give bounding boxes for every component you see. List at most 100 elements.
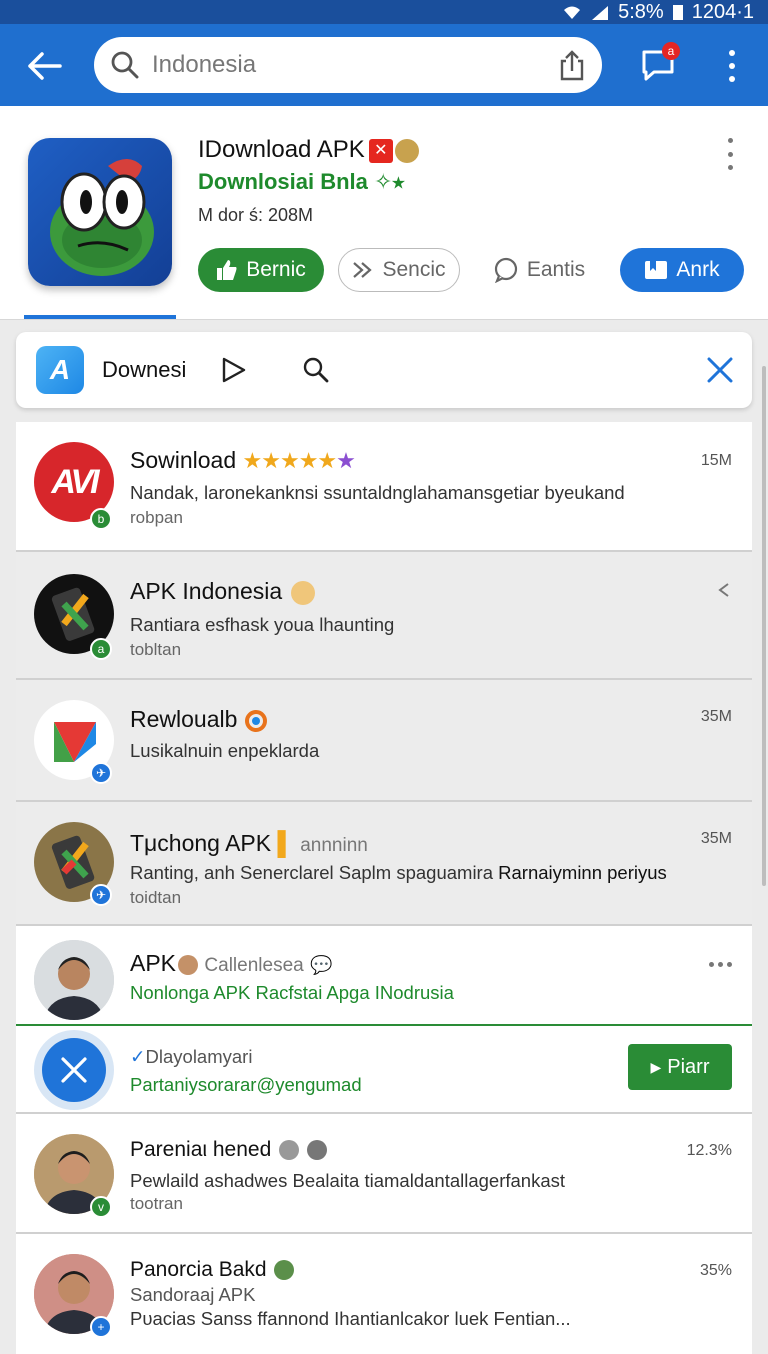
person-avatar (34, 940, 114, 1020)
frog-mascot-icon (50, 159, 154, 276)
list-item-subtext: toidtan (130, 888, 182, 907)
secondary-action-button[interactable]: Sencic (338, 248, 460, 292)
filter-bar: A Downesi (16, 332, 752, 408)
list-item-description: Pυacias Sanss ffannond Ihantianlcakor lu… (130, 1308, 571, 1329)
status-badge: + (90, 1316, 112, 1338)
list-item-size: 15M (700, 452, 732, 469)
person-photo-icon (34, 940, 114, 1020)
search-icon[interactable] (302, 356, 330, 384)
list-item-title-line: Tμchong APK ▌ annninn (130, 830, 368, 857)
app-subtitle: Downlosiai Bnla (198, 169, 368, 194)
list-item-size: 35M (700, 830, 732, 847)
list-item-subtext: tootran (130, 1194, 183, 1213)
list-item-title: Panorcia Bakd (130, 1258, 267, 1281)
play-icon[interactable] (221, 356, 247, 384)
search-bar[interactable] (94, 37, 602, 93)
list-item-title: APK (130, 950, 177, 976)
list-item-description: Nandak, laronekanknsi ssuntaldnglahamans… (130, 482, 625, 503)
app-list: AVI b Sowinload ★★★★★★ 15M Nandak, laron… (16, 422, 752, 1354)
list-item-title: Sowinload (130, 447, 237, 473)
notification-badge: a (662, 42, 680, 60)
share-icon[interactable] (558, 49, 586, 81)
list-item[interactable]: a APK Indonesia Rantiara esfhask youa lh… (16, 552, 752, 680)
bookmark-image-icon (645, 261, 668, 279)
play-button-label: Piarr (667, 1055, 710, 1078)
back-button[interactable] (22, 44, 66, 88)
verified-icon: ✓ (130, 1046, 146, 1067)
clock: 1204·1 (691, 0, 754, 23)
list-item-subtext: tobltan (130, 640, 182, 659)
app-subtitle-line: Downlosiai Bnla ✧⭑ (198, 169, 404, 195)
list-item-description: Pewlaild ashadwes Bealaita tiamaldantall… (130, 1170, 566, 1191)
status-bar: 5:8% 1204·1 (0, 0, 768, 24)
list-item-title-extra: annninn (300, 835, 368, 856)
chevron-left-icon[interactable] (716, 582, 732, 598)
list-item-secondary: Sandoraaj APK (130, 1284, 256, 1305)
install-button[interactable]: Anrk (620, 248, 744, 292)
comment-action-button[interactable]: Eantis (484, 248, 594, 292)
overflow-menu-button[interactable] (716, 46, 748, 86)
primary-action-label: Bernic (246, 258, 306, 281)
list-item-description: Rantiara esfhask youa lhaunting (130, 614, 395, 635)
status-badge: b (90, 508, 112, 530)
secondary-action-label: Sencic (382, 258, 446, 281)
developer-avatar-icon (394, 138, 419, 163)
status-badge: ✈ (90, 762, 112, 784)
primary-action-button[interactable]: Bernic (198, 248, 324, 292)
search-input[interactable] (152, 49, 532, 81)
app-title-line: IDownload APK ✕ (198, 136, 419, 164)
messages-button[interactable]: a (638, 42, 682, 88)
list-item-size: 12.3% (686, 1142, 732, 1159)
wifi-icon (564, 6, 581, 19)
list-item[interactable]: AVI b Sowinload ★★★★★★ 15M Nandak, laron… (16, 422, 752, 552)
list-item-description-highlight: Rarnaiyminn periyus (498, 862, 667, 883)
app-card-menu-button[interactable] (720, 138, 740, 170)
thumbs-up-icon (217, 260, 237, 280)
list-item-description: Lusikalnuin enpeklarda (130, 740, 320, 761)
list-item-description: Nonlonga APK Racfstai Apga INodrusia (130, 982, 454, 1003)
speech-icon: 💬 (310, 955, 333, 975)
play-triangle-icon: ▶ (650, 1058, 662, 1075)
list-item[interactable]: v Pareniaι hened 12.3% Pewlaild ashadwes… (16, 1114, 752, 1234)
close-icon[interactable] (706, 356, 734, 384)
signal-icon (592, 6, 609, 20)
list-item-title-line: Rewloualb (130, 706, 268, 733)
row-menu-button[interactable] (709, 962, 732, 967)
active-tab-indicator (24, 315, 176, 319)
list-item[interactable]: ✈ Rewloualb 35M Lusikalnuin enpeklarda (16, 680, 752, 802)
list-item-title: Dlayolamyari (145, 1046, 253, 1067)
list-item-title: Rewloualb (130, 706, 238, 732)
list-item-description: Ranting, anh Senerclarel Saplm spaguamir… (130, 862, 667, 884)
app-meta: M dor ś: 208M (198, 205, 314, 225)
user-avatar-icon (279, 1140, 300, 1161)
play-button[interactable]: ▶ Piarr (628, 1044, 732, 1090)
cancel-avatar[interactable] (34, 1030, 114, 1110)
list-item-title-line: Panorcia Bakd (130, 1258, 295, 1282)
list-item-title-line: Sowinload ★★★★★★ (130, 447, 356, 474)
list-item[interactable]: + Panorcia Bakd 35% Sandoraaj APK Pυacia… (16, 1234, 752, 1354)
list-item-description-part: Ranting, anh Senerclarel Saplm spaguamir… (130, 862, 499, 883)
forward-icon (353, 262, 373, 278)
status-badge: a (90, 638, 112, 660)
list-item-title-line: APK Callenlesea 💬 (130, 950, 333, 977)
comment-action-label: Eantis (526, 258, 586, 281)
scrollbar[interactable] (762, 366, 766, 886)
battery-percent: 5:8% (618, 0, 664, 23)
filter-label: Downesi (102, 357, 187, 382)
install-label: Anrk (676, 258, 720, 281)
app-header-card: IDownload APK ✕ Downlosiai Bnla ✧⭑ M dor … (0, 106, 768, 320)
battery-icon (672, 5, 683, 20)
close-circle-icon (306, 1140, 327, 1161)
list-item-title: Pareniaι hened (130, 1138, 272, 1161)
list-item[interactable]: ✓Dlayolamyari Partaniysorarar@yengumad ▶… (16, 1026, 752, 1114)
list-item[interactable]: APK Callenlesea 💬 Nonlonga APK Racfstai … (16, 926, 752, 1026)
list-item[interactable]: ✈ Tμchong APK ▌ annninn 35M Ranting, anh… (16, 802, 752, 926)
top-app-bar: a (0, 24, 768, 106)
sparkle-icon: ✧⭑ (374, 169, 405, 194)
close-icon (61, 1057, 87, 1083)
list-item-description: Partaniysorarar@yengumad (130, 1074, 362, 1095)
list-item-title-line: APK Indonesia (130, 578, 315, 605)
list-item-title: APK Indonesia (130, 578, 283, 604)
refresh-icon (244, 709, 267, 732)
user-avatar-icon (178, 954, 199, 975)
